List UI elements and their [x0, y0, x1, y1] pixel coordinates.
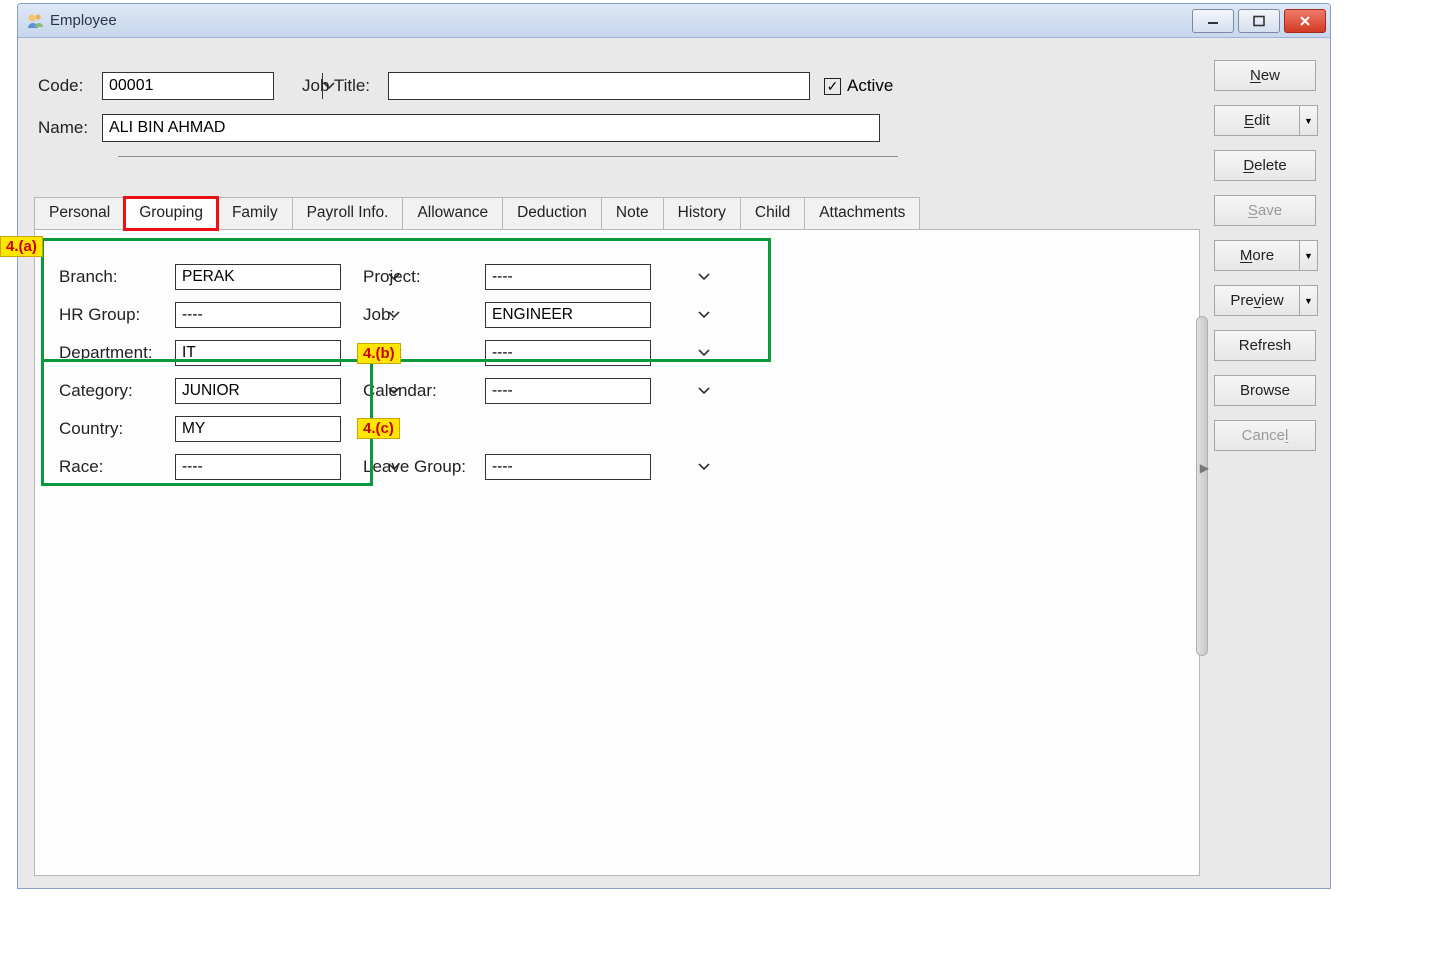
race-combo[interactable]: [175, 454, 341, 480]
category-combo[interactable]: [175, 378, 341, 404]
action-sidebar: New Edit ▼ Delete Save More ▼ Preview ▼ …: [1214, 60, 1324, 451]
chevron-down-icon[interactable]: [388, 417, 400, 441]
hrgroup-label: HR Group:: [59, 305, 175, 325]
more-button[interactable]: More: [1214, 240, 1300, 271]
tab-deduction[interactable]: Deduction: [502, 197, 602, 230]
name-label: Name:: [38, 118, 102, 138]
project-label: Project:: [363, 267, 485, 287]
country-label: Country:: [59, 419, 175, 439]
project-combo[interactable]: [485, 264, 651, 290]
jobtitle-input[interactable]: [388, 72, 810, 100]
cancel-button[interactable]: Cancel: [1214, 420, 1316, 451]
expand-handle-icon[interactable]: ▶: [1200, 461, 1209, 475]
race-label: Race:: [59, 457, 175, 477]
tab-attachments[interactable]: Attachments: [804, 197, 920, 230]
grouping-form: Branch: Project: HR Group: Job: Departme…: [59, 258, 759, 486]
divider: [118, 156, 898, 157]
preview-dropdown[interactable]: ▼: [1300, 285, 1318, 316]
branch-combo[interactable]: [175, 264, 341, 290]
tab-grouping[interactable]: Grouping: [124, 197, 218, 230]
jobtitle-label: Job Title:: [302, 76, 388, 96]
country-input[interactable]: [176, 420, 388, 438]
task-combo[interactable]: [485, 340, 651, 366]
minimize-button[interactable]: [1192, 9, 1234, 33]
tab-personal[interactable]: Personal: [34, 197, 125, 230]
category-input[interactable]: [176, 382, 388, 400]
chevron-down-icon[interactable]: [698, 303, 710, 327]
delete-button[interactable]: Delete: [1214, 150, 1316, 181]
code-label: Code:: [38, 76, 102, 96]
chevron-down-icon[interactable]: [698, 341, 710, 365]
job-input[interactable]: [486, 306, 698, 324]
branch-label: Branch:: [59, 267, 175, 287]
tab-family[interactable]: Family: [217, 197, 293, 230]
edit-dropdown[interactable]: ▼: [1300, 105, 1318, 136]
active-label: Active: [847, 76, 893, 96]
edit-button[interactable]: Edit: [1214, 105, 1300, 136]
scrollbar-thumb[interactable]: [1196, 316, 1208, 656]
preview-button[interactable]: Preview: [1214, 285, 1300, 316]
task-input[interactable]: [486, 344, 698, 362]
refresh-button[interactable]: Refresh: [1214, 330, 1316, 361]
calendar-combo[interactable]: [485, 378, 651, 404]
job-label: Job:: [363, 305, 485, 325]
calendar-input[interactable]: [486, 382, 698, 400]
maximize-button[interactable]: [1238, 9, 1280, 33]
name-input[interactable]: [102, 114, 880, 142]
race-input[interactable]: [176, 458, 388, 476]
department-label: Department:: [59, 343, 175, 363]
code-combo[interactable]: [102, 72, 274, 100]
hrgroup-combo[interactable]: [175, 302, 341, 328]
leavegroup-combo[interactable]: [485, 454, 651, 480]
calendar-label: Calendar:: [363, 381, 485, 401]
close-button[interactable]: [1284, 9, 1326, 33]
chevron-down-icon[interactable]: [698, 265, 710, 289]
new-button[interactable]: New: [1214, 60, 1316, 91]
chevron-down-icon[interactable]: [698, 455, 710, 479]
window-title: Employee: [50, 12, 117, 29]
code-input[interactable]: [103, 73, 322, 99]
tab-child[interactable]: Child: [740, 197, 805, 230]
tab-allowance[interactable]: Allowance: [402, 197, 503, 230]
project-input[interactable]: [486, 268, 698, 286]
category-label: Category:: [59, 381, 175, 401]
app-icon: [26, 12, 44, 30]
chevron-down-icon[interactable]: [698, 379, 710, 403]
client-area: New Edit ▼ Delete Save More ▼ Preview ▼ …: [18, 38, 1330, 888]
branch-input[interactable]: [176, 268, 388, 286]
active-checkbox[interactable]: ✓ Active: [824, 76, 893, 96]
header-form: Code: Job Title: ✓ Active Name:: [38, 72, 1200, 157]
tab-payroll-info[interactable]: Payroll Info.: [292, 197, 404, 230]
tabstrip: Personal Grouping Family Payroll Info. A…: [34, 196, 919, 229]
country-combo[interactable]: [175, 416, 341, 442]
department-combo[interactable]: [175, 340, 341, 366]
leavegroup-input[interactable]: [486, 458, 698, 476]
tab-note[interactable]: Note: [601, 197, 664, 230]
window-controls: [1192, 9, 1326, 33]
job-combo[interactable]: [485, 302, 651, 328]
titlebar[interactable]: Employee: [18, 4, 1330, 38]
department-input[interactable]: [176, 344, 388, 362]
tab-history[interactable]: History: [663, 197, 741, 230]
task-label: Task:: [363, 343, 485, 363]
checkbox-icon: ✓: [824, 78, 841, 95]
hrgroup-input[interactable]: [176, 306, 388, 324]
employee-window: Employee New Edit ▼ Delete Save More ▼ P…: [17, 3, 1331, 889]
more-dropdown[interactable]: ▼: [1300, 240, 1318, 271]
save-button[interactable]: Save: [1214, 195, 1316, 226]
tab-panel-grouping: Branch: Project: HR Group: Job: Departme…: [34, 229, 1200, 876]
browse-button[interactable]: Browse: [1214, 375, 1316, 406]
leavegroup-label: Leave Group:: [363, 457, 485, 477]
